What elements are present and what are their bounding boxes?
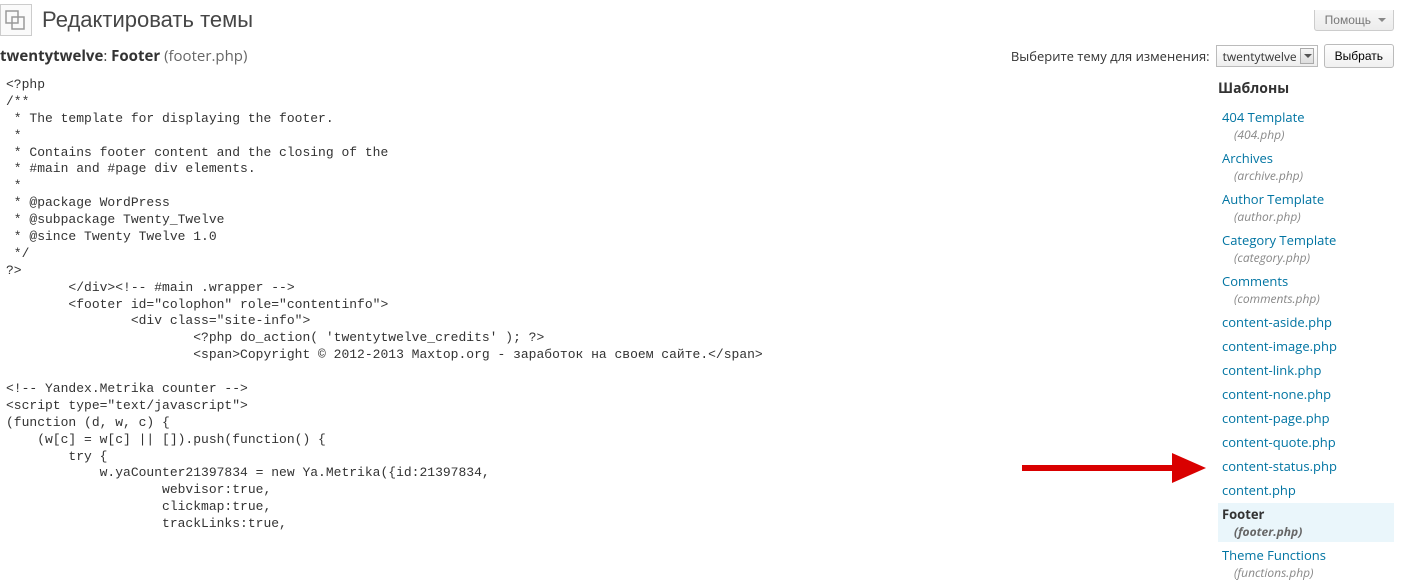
page-header: Редактировать темы Помощь: [0, 0, 1402, 44]
template-file-item[interactable]: 404 Template(404.php): [1218, 106, 1394, 145]
template-file-link[interactable]: content.php: [1222, 481, 1296, 499]
template-file-name: (author.php): [1222, 208, 1394, 225]
template-file-item[interactable]: Archives(archive.php): [1218, 147, 1394, 186]
help-button[interactable]: Помощь: [1314, 10, 1394, 31]
page-title: Редактировать темы: [42, 7, 253, 33]
template-file-link[interactable]: Archives: [1222, 149, 1273, 167]
template-file-name: (footer.php): [1222, 523, 1394, 540]
template-file-name: (404.php): [1222, 126, 1394, 143]
theme-select-label: Выберите тему для изменения:: [1011, 47, 1210, 65]
file-label: Footer: [111, 46, 160, 66]
theme-selector: Выберите тему для изменения: twentytwelv…: [1011, 44, 1394, 68]
template-file-link[interactable]: 404 Template: [1222, 108, 1305, 126]
theme-select-dropdown[interactable]: twentytwelve: [1216, 45, 1318, 67]
template-file-link[interactable]: Category Template: [1222, 231, 1336, 249]
template-file-link[interactable]: content-aside.php: [1222, 313, 1332, 331]
template-file-name: (comments.php): [1222, 290, 1394, 307]
template-file-link[interactable]: content-page.php: [1222, 409, 1330, 427]
template-file-link[interactable]: Author Template: [1222, 190, 1324, 208]
template-file-link[interactable]: content-image.php: [1222, 337, 1337, 355]
template-file-link[interactable]: content-quote.php: [1222, 433, 1336, 451]
template-file-item[interactable]: content-aside.php: [1218, 311, 1394, 333]
template-file-list: 404 Template(404.php)Archives(archive.ph…: [1218, 106, 1394, 583]
file-subheader: twentytwelve: Footer (footer.php) Выбери…: [0, 44, 1402, 77]
template-file-item[interactable]: content-image.php: [1218, 335, 1394, 357]
theme-select-value: twentytwelve: [1223, 48, 1297, 65]
template-file-link[interactable]: Comments: [1222, 272, 1288, 290]
sidebar-heading: Шаблоны: [1218, 79, 1394, 98]
current-file-title: twentytwelve: Footer (footer.php): [0, 46, 247, 66]
theme-name: twentytwelve: [0, 46, 103, 66]
template-file-link[interactable]: Footer: [1222, 505, 1264, 523]
template-file-item[interactable]: content-link.php: [1218, 359, 1394, 381]
template-file-item[interactable]: content-quote.php: [1218, 431, 1394, 453]
template-file-name: (category.php): [1222, 249, 1394, 266]
template-file-item[interactable]: Category Template(category.php): [1218, 229, 1394, 268]
template-file-name: (archive.php): [1222, 167, 1394, 184]
chevron-down-icon: [1300, 48, 1314, 64]
template-file-item[interactable]: Author Template(author.php): [1218, 188, 1394, 227]
template-file-item[interactable]: content.php: [1218, 479, 1394, 501]
template-file-item[interactable]: Comments(comments.php): [1218, 270, 1394, 309]
themes-icon: [0, 4, 32, 36]
main-content: Шаблоны 404 Template(404.php)Archives(ar…: [0, 77, 1402, 585]
template-file-item[interactable]: content-page.php: [1218, 407, 1394, 429]
template-file-link[interactable]: content-status.php: [1222, 457, 1337, 475]
editor-panel: [0, 77, 1212, 541]
template-file-item[interactable]: Footer(footer.php): [1218, 503, 1394, 542]
template-file-item[interactable]: content-status.php: [1218, 455, 1394, 477]
template-file-name: (functions.php): [1222, 564, 1394, 581]
template-file-link[interactable]: content-none.php: [1222, 385, 1331, 403]
template-file-link[interactable]: Theme Functions: [1222, 546, 1326, 564]
template-file-item[interactable]: Theme Functions(functions.php): [1218, 544, 1394, 583]
code-editor[interactable]: [6, 77, 1212, 537]
select-theme-button[interactable]: Выбрать: [1324, 44, 1394, 68]
file-name-paren: (footer.php): [164, 46, 247, 66]
templates-sidebar: Шаблоны 404 Template(404.php)Archives(ar…: [1212, 77, 1402, 585]
template-file-item[interactable]: content-none.php: [1218, 383, 1394, 405]
template-file-link[interactable]: content-link.php: [1222, 361, 1321, 379]
